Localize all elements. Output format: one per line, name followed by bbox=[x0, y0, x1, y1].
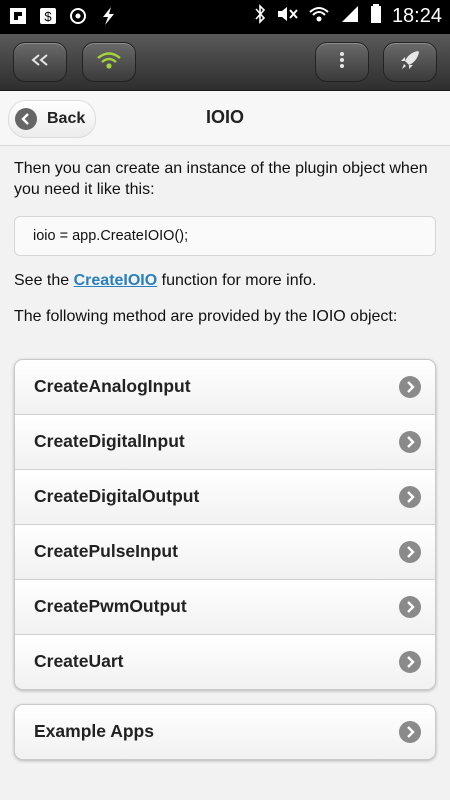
mute-icon bbox=[276, 4, 298, 29]
dollar-icon: $ bbox=[38, 6, 58, 26]
list-item-create-digital-input[interactable]: CreateDigitalInput bbox=[15, 415, 435, 470]
svg-text:$: $ bbox=[44, 9, 52, 24]
list-item-create-pwm-output[interactable]: CreatePwmOutput bbox=[15, 580, 435, 635]
menu-button[interactable] bbox=[315, 42, 369, 82]
methods-list: CreateAnalogInput CreateDigitalInput Cre… bbox=[14, 359, 436, 690]
notification-icons: $ bbox=[8, 6, 118, 26]
app-toolbar bbox=[0, 34, 450, 91]
see-also-text: See the CreateIOIO function for more inf… bbox=[14, 272, 436, 290]
bluetooth-icon bbox=[254, 4, 266, 29]
lightning-icon bbox=[98, 6, 118, 26]
see-prefix: See the bbox=[14, 272, 74, 289]
list-item-create-analog-input[interactable]: CreateAnalogInput bbox=[15, 360, 435, 415]
code-sample: ioio = app.CreateIOIO(); bbox=[14, 216, 436, 256]
system-icons: 18:24 bbox=[254, 4, 442, 29]
back-button[interactable]: Back bbox=[8, 100, 96, 138]
chevron-right-icon bbox=[399, 596, 421, 618]
intro-text: Then you can create an instance of the p… bbox=[14, 160, 428, 198]
list-item-label: Example Apps bbox=[34, 721, 154, 741]
chevron-right-icon bbox=[399, 486, 421, 508]
nav-back-button[interactable] bbox=[13, 42, 67, 82]
flipboard-icon bbox=[8, 6, 28, 26]
connection-button[interactable] bbox=[82, 42, 136, 82]
list-item-label: CreatePulseInput bbox=[34, 541, 178, 561]
page-header: IOIO Back bbox=[0, 91, 450, 146]
launch-button[interactable] bbox=[383, 42, 437, 82]
status-bar: $ 18:24 bbox=[0, 0, 450, 34]
list-item-create-uart[interactable]: CreateUart bbox=[15, 635, 435, 689]
more-vertical-icon bbox=[339, 51, 345, 74]
sync-icon bbox=[68, 6, 88, 26]
list-item-create-digital-output[interactable]: CreateDigitalOutput bbox=[15, 470, 435, 525]
extras-list: Example Apps bbox=[14, 704, 436, 760]
list-item-label: CreateUart bbox=[34, 651, 124, 671]
chevron-right-icon bbox=[399, 431, 421, 453]
wifi-status-icon bbox=[308, 4, 330, 29]
double-chevron-left-icon bbox=[29, 53, 51, 72]
chevron-right-icon bbox=[399, 376, 421, 398]
methods-intro-text: The following method are provided by the… bbox=[14, 308, 398, 325]
chevron-left-icon bbox=[15, 108, 37, 130]
list-item-label: CreateDigitalInput bbox=[34, 431, 185, 451]
list-item-create-pulse-input[interactable]: CreatePulseInput bbox=[15, 525, 435, 580]
description: Then you can create an instance of the p… bbox=[14, 158, 436, 326]
chevron-right-icon bbox=[399, 541, 421, 563]
chevron-right-icon bbox=[399, 721, 421, 743]
back-label: Back bbox=[47, 110, 86, 127]
battery-icon bbox=[370, 4, 382, 29]
rocket-icon bbox=[399, 49, 421, 76]
list-item-label: CreateAnalogInput bbox=[34, 376, 191, 396]
wifi-icon bbox=[96, 50, 122, 75]
signal-icon bbox=[340, 4, 360, 29]
list-item-example-apps[interactable]: Example Apps bbox=[15, 705, 435, 759]
createioio-link[interactable]: CreateIOIO bbox=[74, 272, 158, 289]
list-item-label: CreatePwmOutput bbox=[34, 596, 187, 616]
list-item-label: CreateDigitalOutput bbox=[34, 486, 200, 506]
clock: 18:24 bbox=[391, 5, 442, 27]
chevron-right-icon bbox=[399, 651, 421, 673]
see-suffix: function for more info. bbox=[157, 272, 317, 289]
